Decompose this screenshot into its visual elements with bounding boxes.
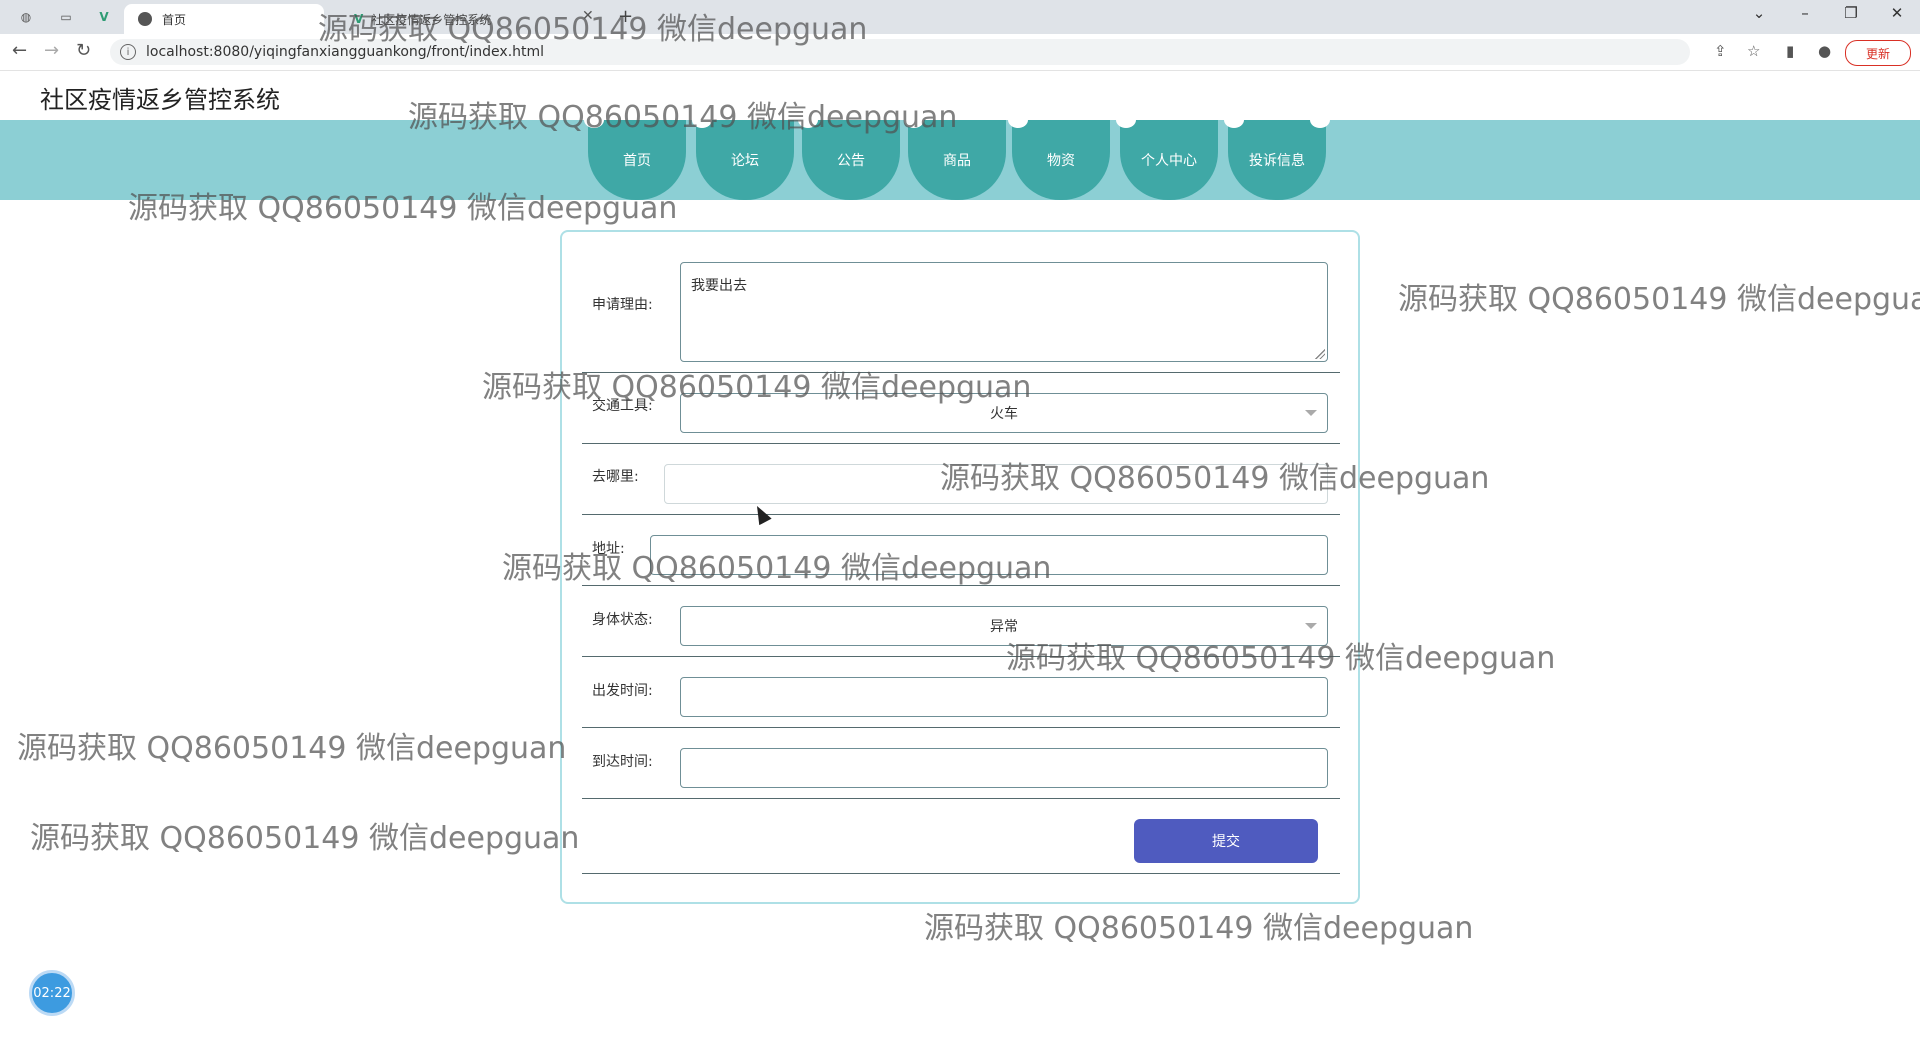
nav-item-label: 首页	[623, 153, 651, 169]
transport-select[interactable]: 火车	[680, 393, 1328, 433]
restore-icon[interactable]: ❐	[1836, 4, 1866, 22]
tab-system[interactable]: V 社区疫情返乡管控系统	[340, 4, 590, 34]
submit-button[interactable]: 提交	[1134, 819, 1318, 863]
share-icon[interactable]: ⇪	[1714, 42, 1727, 60]
chevron-down-icon	[1305, 410, 1317, 416]
profile-icon[interactable]: ●	[1818, 42, 1831, 60]
update-button[interactable]: 更新	[1845, 40, 1911, 66]
transport-label: 交通工具:	[592, 398, 653, 414]
row-divider	[582, 443, 1340, 444]
row-divider	[582, 585, 1340, 586]
active-tab-title: 首页	[162, 12, 187, 27]
address-input[interactable]	[650, 535, 1328, 575]
resize-handle-icon[interactable]	[1315, 349, 1325, 359]
close-icon[interactable]: ✕	[582, 8, 594, 24]
chevron-down-icon[interactable]: ⌄	[1744, 4, 1774, 22]
health-label: 身体状态:	[592, 612, 653, 628]
arrive-time-label: 到达时间:	[592, 754, 653, 770]
destination-input[interactable]	[664, 464, 1328, 504]
blank-tab-icon[interactable]: ▭	[54, 6, 78, 28]
address-bar: ← → ↻ i localhost:8080/yiqingfanxianggua…	[0, 34, 1920, 71]
health-select[interactable]: 异常	[680, 606, 1328, 646]
forward-icon[interactable]: →	[44, 40, 59, 61]
star-icon[interactable]: ☆	[1747, 42, 1760, 60]
info-icon[interactable]: i	[120, 44, 136, 60]
url-text: localhost:8080/yiqingfanxiangguankong/fr…	[146, 44, 545, 60]
timer-value: 02:22	[33, 985, 71, 1001]
nav-item-label: 公告	[837, 153, 865, 169]
depart-time-label: 出发时间:	[592, 683, 653, 699]
transport-value: 火车	[990, 406, 1018, 422]
nav-item-label: 投诉信息	[1249, 153, 1305, 169]
site-title: 社区疫情返乡管控系统	[40, 86, 280, 114]
watermark-text: 源码获取 QQ86050149 微信deepguan	[17, 731, 567, 766]
destination-label: 去哪里:	[592, 469, 639, 485]
reason-label: 申请理由:	[592, 297, 653, 313]
vue-icon: V	[354, 12, 364, 26]
browser-tab-bar: ◍ ▭ V 首页 V 社区疫情返乡管控系统 ✕ + ⌄ – ❐ ✕	[0, 0, 1920, 34]
chevron-down-icon	[1305, 623, 1317, 629]
row-divider	[582, 372, 1340, 373]
reload-icon[interactable]: ↻	[76, 40, 91, 61]
window-close-icon[interactable]: ✕	[1882, 4, 1912, 22]
new-tab-icon[interactable]: +	[618, 6, 633, 27]
address-label: 地址:	[592, 541, 625, 557]
row-divider	[582, 727, 1340, 728]
nav-item-label: 物资	[1047, 153, 1075, 169]
globe-icon[interactable]: ◍	[14, 6, 38, 28]
nav-item-label: 商品	[943, 153, 971, 169]
url-field[interactable]: i localhost:8080/yiqingfanxiangguankong/…	[110, 39, 1690, 65]
sidebar-icon[interactable]: ▮	[1786, 42, 1794, 60]
vue-tab-icon[interactable]: V	[92, 6, 116, 28]
row-divider	[582, 873, 1340, 874]
submit-label: 提交	[1212, 834, 1240, 850]
watermark-text: 源码获取 QQ86050149 微信deepguan	[1398, 282, 1920, 317]
reason-textarea[interactable]: 我要出去	[680, 262, 1328, 362]
row-divider	[582, 798, 1340, 799]
timer-badge[interactable]: 02:22	[29, 970, 75, 1016]
health-value: 异常	[990, 619, 1018, 635]
row-divider	[582, 656, 1340, 657]
globe-icon	[138, 12, 152, 26]
depart-time-input[interactable]	[680, 677, 1328, 717]
reason-value: 我要出去	[691, 278, 747, 294]
tab-system-title: 社区疫情返乡管控系统	[371, 12, 492, 27]
arrive-time-input[interactable]	[680, 748, 1328, 788]
active-tab[interactable]: 首页	[124, 4, 324, 34]
update-label: 更新	[1865, 46, 1890, 61]
watermark-text: 源码获取 QQ86050149 微信deepguan	[30, 821, 580, 856]
nav-item-label: 论坛	[731, 153, 759, 169]
watermark-text: 源码获取 QQ86050149 微信deepguan	[924, 911, 1474, 946]
row-divider	[582, 514, 1340, 515]
minimize-icon[interactable]: –	[1790, 4, 1820, 22]
back-icon[interactable]: ←	[12, 40, 27, 61]
nav-item-label: 个人中心	[1141, 153, 1197, 169]
